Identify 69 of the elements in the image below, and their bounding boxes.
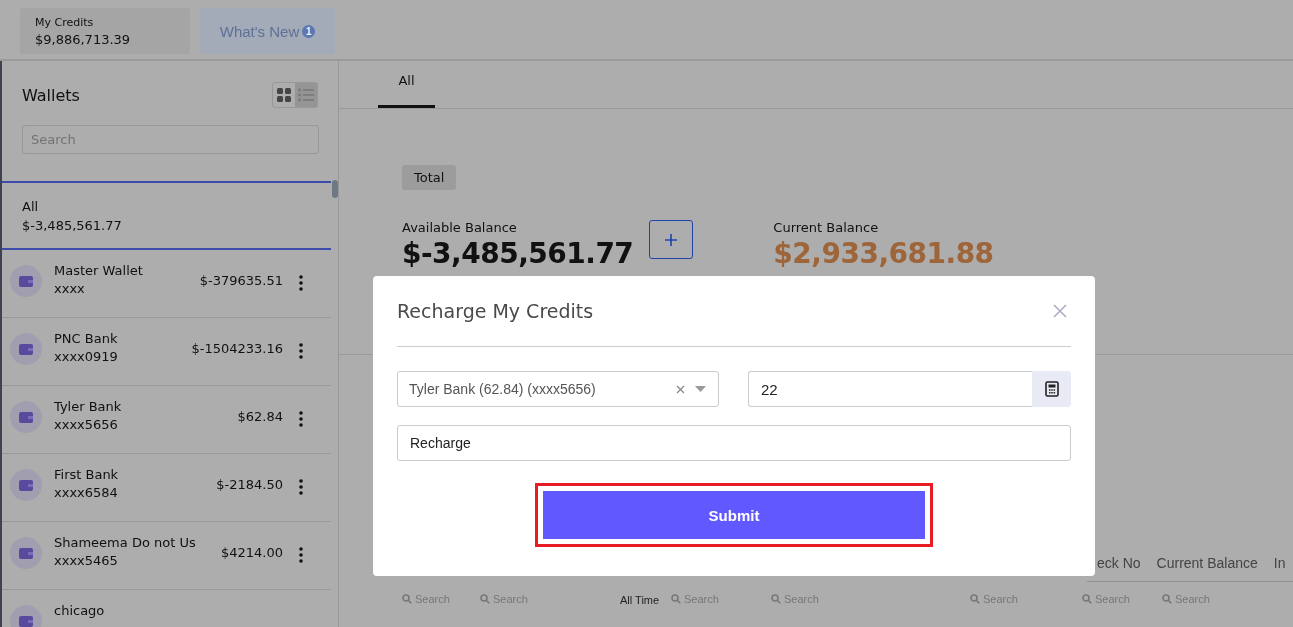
wallet-list-item[interactable]: Tyler Bank xxxx5656 $62.84: [2, 386, 331, 454]
wallet-select[interactable]: Tyler Bank (62.84) (xxxx5656): [397, 371, 719, 407]
note-field[interactable]: Recharge: [397, 425, 1071, 461]
wallet-amount: $-3,485,561.77: [22, 218, 123, 233]
wallet-account: xxxx5656: [54, 417, 119, 432]
search-icon: [970, 594, 980, 604]
column-header[interactable]: eck No: [1097, 555, 1141, 571]
wallet-name: Tyler Bank: [54, 399, 123, 414]
calculator-icon: [1044, 381, 1059, 397]
wallet-account: xxxx6584: [54, 485, 119, 500]
more-icon[interactable]: [299, 411, 303, 427]
wallet-name: chicago: [54, 603, 106, 618]
clear-icon[interactable]: [676, 384, 685, 394]
submit-button[interactable]: Submit: [543, 491, 925, 539]
plus-icon: [664, 232, 679, 247]
wallet-amount: $-379635.51: [198, 273, 283, 288]
tab[interactable]: All: [378, 61, 435, 108]
wallet-amount: $62.84: [236, 409, 283, 424]
wallet-list-item[interactable]: First Bank xxxx6584 $-2184.50: [2, 454, 331, 522]
wallet-account: xxxx: [54, 281, 86, 296]
date-filter[interactable]: All Time: [620, 594, 671, 606]
balance-label: Available Balance: [402, 220, 518, 235]
wallet-icon: [10, 333, 42, 365]
column-header[interactable]: In: [1273, 555, 1286, 571]
more-icon[interactable]: [299, 343, 303, 359]
wallet-icon: [10, 469, 42, 501]
column-header[interactable]: Current Balance: [1156, 555, 1258, 571]
wallet-icon: [10, 537, 42, 569]
search-icon: [480, 594, 490, 604]
wallet-amount: $-1504233.16: [191, 341, 283, 356]
credits-label: My Credits: [35, 15, 95, 29]
balance-amount: $2,933,681.88: [773, 237, 994, 270]
search-icon: [771, 594, 781, 604]
wallet-list-item[interactable]: Master Wallet xxxx $-379635.51: [2, 250, 331, 318]
more-icon[interactable]: [299, 547, 303, 563]
wallet-icon: [10, 401, 42, 433]
calculator-button[interactable]: [1032, 371, 1071, 407]
search-field[interactable]: Search: [22, 125, 319, 154]
scrollbar-thumb[interactable]: [332, 180, 338, 198]
search-icon: [402, 594, 412, 604]
caret-icon[interactable]: [695, 386, 706, 392]
wallet-list-item[interactable]: Shameema Do not Us xxxx5465 $4214.00: [2, 522, 331, 590]
whats-new-button[interactable]: What's New 1: [200, 8, 335, 54]
total-tag: Total: [402, 165, 457, 190]
wallet-amount: $-2184.50: [215, 477, 283, 492]
wallet-icon: [10, 265, 42, 297]
more-icon[interactable]: [299, 479, 303, 495]
more-icon[interactable]: [299, 275, 303, 291]
search-icon: [1162, 594, 1172, 604]
balance-amount: $-3,485,561.77: [402, 237, 634, 270]
wallet-account: xxxx5465: [54, 553, 119, 568]
wallet-amount: $4214.00: [219, 545, 283, 560]
balance-label: Current Balance: [773, 220, 880, 235]
wallet-list-item[interactable]: PNC Bank xxxx0919 $-1504233.16: [2, 318, 331, 386]
wallet-account: xxxx0919: [54, 349, 119, 364]
wallet-name: First Bank: [54, 467, 120, 482]
wallets-title: Wallets: [22, 85, 80, 105]
credits-amount: $9,886,713.39: [35, 31, 132, 47]
wallet-name: Master Wallet: [54, 263, 144, 278]
wallet-list-item[interactable]: chicago: [2, 590, 331, 627]
wallet-name: PNC Bank: [54, 331, 119, 346]
wallet-name: All: [22, 199, 40, 214]
wallet-list-item[interactable]: All $-3,485,561.77: [2, 181, 331, 250]
dialog-title: Recharge My Credits: [397, 300, 594, 322]
count-badge: 1: [302, 24, 316, 38]
search-icon: [1082, 594, 1092, 604]
amount-field[interactable]: 22: [748, 371, 1032, 407]
search-icon: [671, 594, 681, 604]
add-button[interactable]: [649, 220, 694, 259]
